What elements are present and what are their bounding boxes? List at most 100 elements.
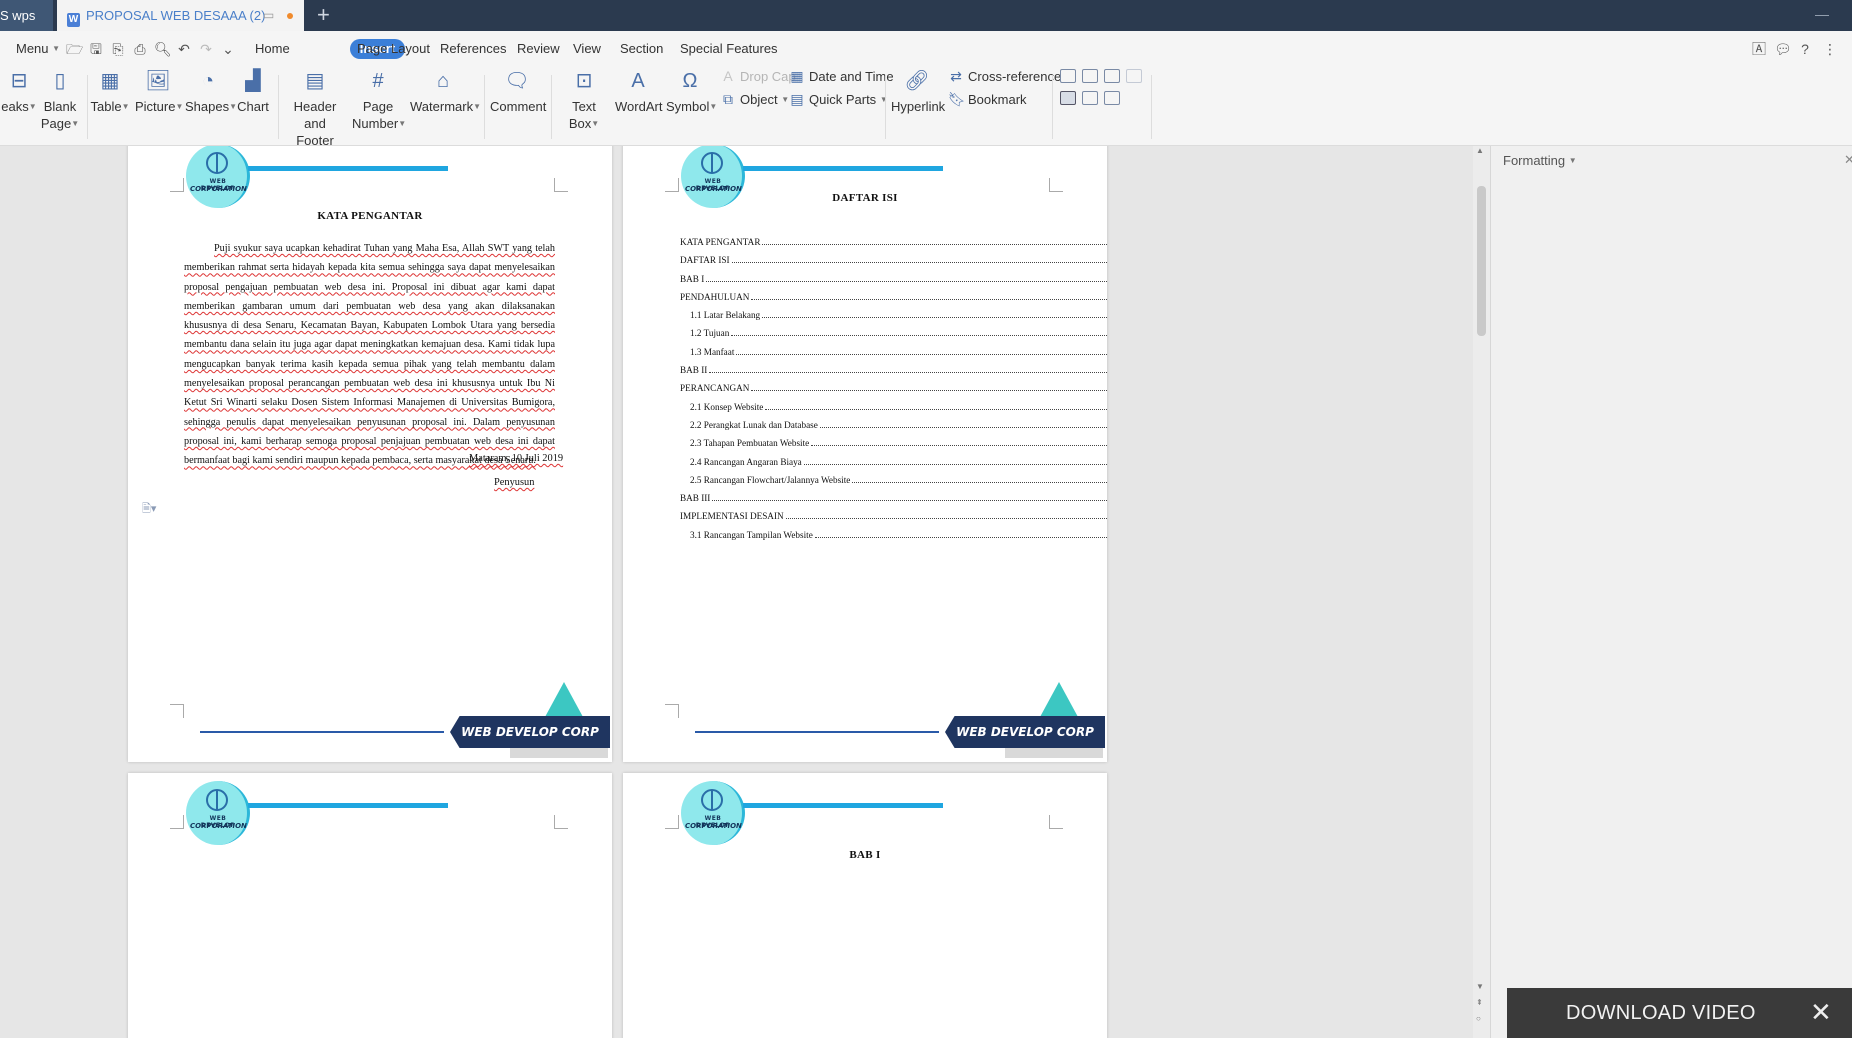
tab-special-features[interactable]: Special Features bbox=[680, 31, 778, 67]
shapes-button[interactable]: ◔ Shapes▼ bbox=[185, 69, 237, 115]
quick-parts-button[interactable]: ▤ Quick Parts ▼ bbox=[789, 90, 887, 109]
app-tab[interactable]: S wps bbox=[0, 0, 53, 31]
toc-entry[interactable]: BAB II4 bbox=[680, 361, 1107, 379]
redo-icon[interactable]: ↷ bbox=[198, 41, 214, 57]
document-tab[interactable]: W PROPOSAL WEB DESAAA (2) ▭ bbox=[57, 0, 304, 31]
save-icon[interactable]: 🖫 bbox=[88, 41, 104, 57]
close-panel-icon[interactable]: ✕ bbox=[1844, 152, 1852, 168]
cross-reference-button[interactable]: ⇄ Cross-reference bbox=[948, 67, 1061, 86]
toc-entry[interactable]: 2.4 Rancangan Angaran Biaya5 bbox=[680, 453, 1107, 471]
page-daftar-isi[interactable]: WEB DEVELOP CORPORATION DAFTAR ISI KATA … bbox=[623, 146, 1107, 762]
watermark-label: Watermark bbox=[410, 99, 474, 114]
toc-entry[interactable]: 1.1 Latar Belakang1 bbox=[680, 306, 1107, 324]
page-kata-pengantar[interactable]: WEB DEVELOP CORPORATION KATA PENGANTAR P… bbox=[128, 146, 612, 762]
text-box-small-icon[interactable]: 🄰 bbox=[1751, 41, 1767, 57]
object-label: Object bbox=[740, 92, 778, 107]
place-date: Mataram, 10 Juli 2019 bbox=[469, 453, 564, 464]
toc-leader-dots bbox=[731, 335, 1107, 337]
bookmark-button[interactable]: 🔖︎ Bookmark bbox=[948, 90, 1027, 109]
vertical-scrollbar[interactable]: ▲ ▼ ⇞ ○ bbox=[1473, 146, 1490, 1038]
formatting-label: Formatting bbox=[1503, 153, 1566, 168]
list-field-icon[interactable] bbox=[1104, 69, 1120, 83]
toc-entry[interactable]: 2.2 Perangkat Lunak dan Database4 bbox=[680, 416, 1107, 434]
tab-review[interactable]: Review bbox=[517, 31, 560, 67]
text-box-button[interactable]: ⊡ Text Box▼ bbox=[557, 69, 611, 132]
toc-entry[interactable]: 1.2 Tujuan2 bbox=[680, 324, 1107, 342]
text-field-icon[interactable] bbox=[1060, 91, 1076, 105]
toc-entry[interactable]: 2.1 Konsep Website4 bbox=[680, 398, 1107, 416]
undo-icon[interactable]: ↶ bbox=[176, 41, 192, 57]
paragraph-options-icon[interactable]: 🗎▾ bbox=[142, 500, 156, 519]
toc-entry[interactable]: 2.3 Tahapan Pembuatan Website4 bbox=[680, 434, 1107, 452]
scroll-up-icon[interactable]: ▲ bbox=[1476, 146, 1484, 155]
toc-entry[interactable]: IMPLEMENTASI DESAIN7 bbox=[680, 507, 1107, 525]
header-footer-button[interactable]: ▤ Header and Footer bbox=[284, 69, 346, 149]
tab-references[interactable]: References bbox=[440, 31, 506, 67]
chat-icon[interactable]: 💬︎ bbox=[1774, 41, 1792, 57]
date-field-icon[interactable] bbox=[1104, 91, 1120, 105]
page-3[interactable]: WEB DEVELOP CORPORATION bbox=[128, 773, 612, 1038]
menu-button[interactable]: Menu ▼ bbox=[0, 31, 60, 67]
header-line bbox=[743, 803, 943, 808]
scroll-down-icon[interactable]: ▼ bbox=[1476, 982, 1484, 991]
more-options-icon[interactable]: ⋮ bbox=[1822, 41, 1838, 57]
table-button[interactable]: ▦ Table▼ bbox=[90, 69, 130, 115]
monitor-icon[interactable]: ▭ bbox=[263, 0, 274, 31]
chevron-down-icon: ▼ bbox=[473, 102, 481, 111]
picture-field-icon[interactable] bbox=[1082, 91, 1098, 105]
toc-entry-label: PENDAHULUAN bbox=[680, 291, 750, 302]
close-icon[interactable]: ✕ bbox=[1810, 988, 1832, 1036]
toc-entry[interactable]: DAFTAR ISIii bbox=[680, 251, 1107, 269]
tab-view[interactable]: View bbox=[573, 31, 601, 67]
document-workspace[interactable]: WEB DEVELOP CORPORATION KATA PENGANTAR P… bbox=[0, 146, 1490, 1038]
picture-button[interactable]: 🖼︎ Picture▼ bbox=[135, 69, 183, 115]
watermark-button[interactable]: ⌂ Watermark▼ bbox=[410, 69, 481, 115]
customize-quick-access-icon[interactable]: ⌄ bbox=[220, 41, 236, 57]
toc-entry[interactable]: 1.3 Manfaat3 bbox=[680, 343, 1107, 361]
toc-entry[interactable]: BAB I1 bbox=[680, 270, 1107, 288]
tab-home[interactable]: Home bbox=[255, 31, 290, 67]
toc-entry[interactable]: PERANCANGAN4 bbox=[680, 379, 1107, 397]
chart-button[interactable]: ▟ Chart bbox=[236, 69, 270, 115]
toc-entry[interactable]: PENDAHULUAN1 bbox=[680, 288, 1107, 306]
form-field-icon[interactable] bbox=[1060, 69, 1076, 83]
disabled-field-icon[interactable] bbox=[1126, 69, 1142, 83]
select-browse-object-icon[interactable]: ○ bbox=[1476, 1014, 1481, 1023]
toc-entry[interactable]: KATA PENGANTARi bbox=[680, 233, 1107, 251]
open-folder-icon[interactable]: 🗁 bbox=[66, 41, 83, 57]
toc-entry-label: DAFTAR ISI bbox=[680, 255, 730, 266]
drop-cap-button[interactable]: A Drop Cap bbox=[720, 67, 795, 86]
scrollbar-thumb[interactable] bbox=[1477, 186, 1486, 336]
minimize-button[interactable]: — bbox=[1815, 0, 1829, 28]
toc-entry[interactable]: BAB III7 bbox=[680, 489, 1107, 507]
toc-entry[interactable]: 3.1 Rancangan Tampilan Website7 bbox=[680, 526, 1107, 544]
date-time-button[interactable]: ▦ Date and Time bbox=[789, 67, 893, 86]
wordart-button[interactable]: A WordArt bbox=[615, 69, 662, 115]
toc-entry-label: IMPLEMENTASI DESAIN bbox=[680, 511, 784, 522]
header-line bbox=[248, 803, 448, 808]
help-icon[interactable]: ? bbox=[1797, 41, 1813, 57]
symbol-button[interactable]: Ω Symbol▼ bbox=[666, 69, 717, 115]
tab-page-layout[interactable]: Page Layout bbox=[357, 31, 430, 67]
toc-leader-dots bbox=[762, 244, 1107, 245]
breaks-button[interactable]: ⊟ eaks▼ bbox=[0, 69, 38, 115]
page-number-button[interactable]: # Page Number▼ bbox=[352, 69, 406, 132]
hyperlink-button[interactable]: 🔗︎ Hyperlink bbox=[891, 69, 945, 115]
blank-page-button[interactable]: ▯ Blank Page▼ bbox=[40, 69, 80, 132]
object-button[interactable]: ⧉ Object ▼ bbox=[720, 90, 789, 109]
tab-section[interactable]: Section bbox=[620, 31, 663, 67]
page-bab-1[interactable]: WEB DEVELOP CORPORATION BAB I bbox=[623, 773, 1107, 1038]
print-icon[interactable]: ⎙ bbox=[132, 41, 148, 57]
format-painter-icon[interactable]: ⎘ bbox=[110, 41, 126, 57]
comment-button[interactable]: 🗨︎ Comment bbox=[490, 69, 546, 115]
download-video-label[interactable]: DOWNLOAD VIDEO bbox=[1566, 988, 1756, 1038]
new-tab-button[interactable]: + bbox=[317, 0, 330, 29]
print-preview-icon[interactable]: 🔍︎ bbox=[154, 41, 172, 57]
prev-page-icon[interactable]: ⇞ bbox=[1476, 998, 1483, 1007]
toc-entry[interactable]: 2.5 Rancangan Flowchart/Jalannya Website… bbox=[680, 471, 1107, 489]
checkbox-field-icon[interactable] bbox=[1082, 69, 1098, 83]
toc-leader-dots bbox=[712, 500, 1107, 502]
formatting-dropdown[interactable]: Formatting ▼ bbox=[1503, 153, 1577, 168]
download-video-overlay[interactable]: DOWNLOAD VIDEO ✕ bbox=[1507, 988, 1852, 1038]
formatting-panel: Formatting ▼ ✕ bbox=[1490, 146, 1852, 1038]
